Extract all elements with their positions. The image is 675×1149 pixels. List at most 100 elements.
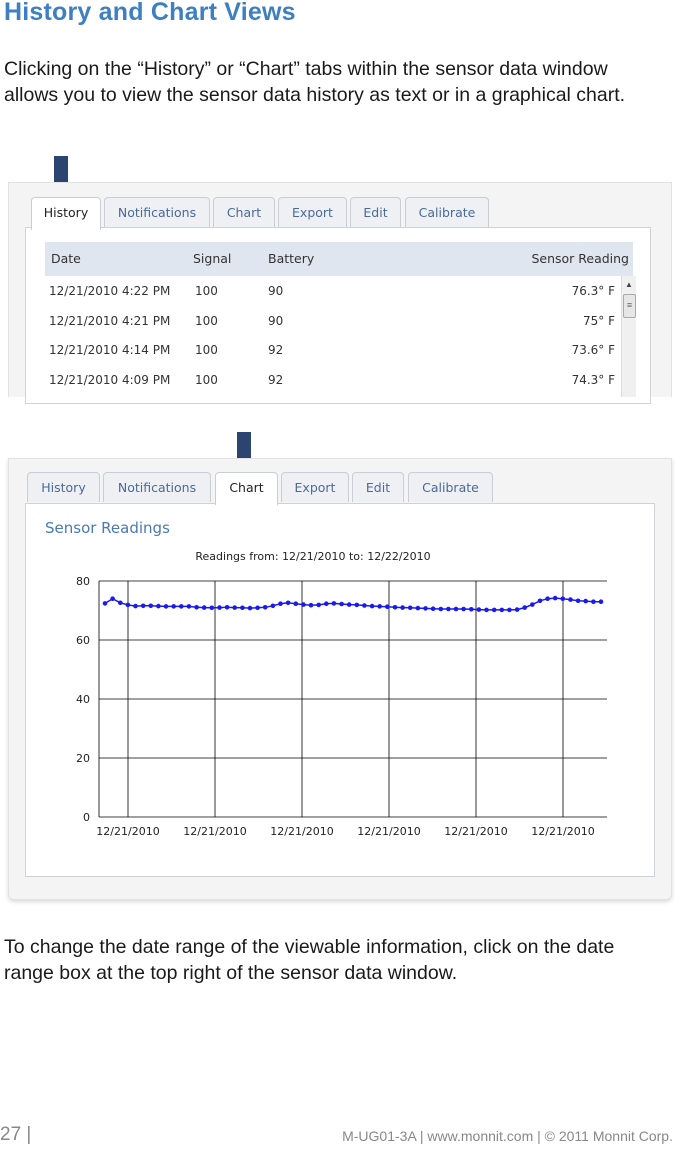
data-point — [270, 603, 276, 609]
x-tick-label: 12/21/2010 — [183, 825, 246, 838]
y-tick-label: 40 — [76, 693, 90, 706]
data-point — [484, 607, 489, 613]
cell-signal: 100 — [195, 314, 218, 328]
data-point — [186, 604, 192, 609]
cell-signal: 100 — [195, 343, 218, 357]
chart-panel: History Notifications Chart Export Edit … — [8, 458, 672, 900]
cell-battery: 90 — [268, 314, 284, 328]
data-point — [415, 605, 421, 611]
data-point — [514, 607, 520, 612]
tab-calibrate[interactable]: Calibrate — [405, 197, 489, 227]
page-footer: 27 | M-UG01-3A | www.monnit.com | © 2011… — [0, 1124, 675, 1146]
data-point — [522, 605, 527, 610]
tab-export[interactable]: Export — [278, 197, 347, 227]
data-point — [140, 603, 146, 609]
x-tick-label: 12/21/2010 — [531, 825, 594, 838]
x-tick-label: 12/21/2010 — [444, 825, 507, 838]
data-point — [255, 605, 260, 611]
data-point — [110, 596, 115, 601]
data-point — [598, 599, 604, 604]
table-header: Date Signal Battery Sensor Reading — [45, 242, 633, 276]
data-point — [400, 605, 405, 610]
cell-reading: 76.3° F — [571, 284, 615, 298]
data-point — [407, 605, 413, 611]
data-point — [324, 601, 329, 606]
data-point — [224, 605, 230, 610]
table-row: 12/21/2010 4:22 PM 100 90 76.3° F — [45, 277, 621, 306]
column-header-sensor-reading[interactable]: Sensor Reading — [531, 251, 629, 266]
x-tick-label: 12/21/2010 — [357, 825, 420, 838]
table-row: 12/21/2010 4:14 PM 100 92 73.6° F — [45, 336, 621, 365]
column-header-date[interactable]: Date — [51, 251, 81, 266]
data-point — [156, 603, 161, 609]
outro-paragraph: To change the date range of the viewable… — [4, 936, 615, 984]
cell-reading: 73.6° F — [571, 343, 615, 357]
data-point — [262, 605, 268, 610]
cell-battery: 92 — [268, 343, 284, 357]
table-row: 12/21/2010 4:09 PM 100 92 74.3° F — [45, 366, 621, 395]
tab-edit[interactable]: Edit — [350, 197, 401, 227]
data-point — [575, 598, 581, 604]
tab-history[interactable]: History — [31, 197, 101, 230]
data-point — [201, 605, 207, 610]
data-point — [446, 606, 451, 612]
data-point — [217, 605, 222, 610]
cell-signal: 100 — [195, 373, 218, 387]
tab-chart[interactable]: Chart — [213, 197, 275, 227]
data-point — [179, 604, 184, 609]
table-scrollbar[interactable]: ▲ ≡ — [621, 276, 636, 397]
data-point — [392, 605, 398, 610]
data-point — [560, 596, 566, 601]
chart-title: Readings from: 12/21/2010 to: 12/22/2010 — [195, 550, 430, 563]
scroll-up-icon[interactable]: ▲ — [622, 280, 636, 290]
y-tick-label: 0 — [83, 811, 90, 824]
cell-reading: 75° F — [583, 314, 615, 328]
data-point — [339, 601, 344, 607]
footer-meta: M-UG01-3A | www.monnit.com | © 2011 Monn… — [342, 1128, 673, 1144]
sensor-line-chart: Readings from: 12/21/2010 to: 12/22/2010… — [76, 550, 607, 838]
column-header-battery[interactable]: Battery — [268, 251, 314, 266]
data-point — [209, 605, 215, 611]
data-point — [331, 601, 337, 606]
page-title: History and Chart Views — [4, 0, 296, 26]
data-point — [583, 598, 588, 604]
data-point — [369, 603, 375, 609]
history-panel: History Notifications Chart Export Edit … — [8, 182, 672, 404]
y-tick-label: 20 — [76, 752, 90, 765]
table-row: 12/21/2010 4:21 PM 100 90 75° F — [45, 307, 621, 336]
cell-battery: 92 — [268, 373, 284, 387]
data-point — [346, 602, 352, 607]
cell-date: 12/21/2010 4:14 PM — [49, 343, 171, 357]
cell-signal: 100 — [195, 284, 218, 298]
data-point — [499, 607, 505, 613]
data-point — [316, 602, 322, 608]
data-point — [118, 600, 123, 606]
data-point — [476, 607, 482, 612]
data-point — [308, 602, 314, 608]
data-point — [133, 603, 138, 609]
data-point — [491, 607, 497, 613]
data-point — [102, 601, 108, 606]
x-tick-label: 12/21/2010 — [96, 825, 159, 838]
data-point — [385, 604, 390, 609]
column-header-signal[interactable]: Signal — [193, 251, 231, 266]
data-point — [552, 595, 558, 601]
data-point — [171, 604, 176, 609]
data-point — [469, 607, 474, 612]
data-point — [537, 598, 543, 604]
data-point — [240, 605, 245, 611]
data-point — [530, 602, 535, 607]
cell-date: 12/21/2010 4:22 PM — [49, 284, 171, 298]
data-point — [507, 607, 512, 613]
y-tick-label: 80 — [76, 575, 90, 588]
data-point — [232, 605, 237, 610]
tab-notifications[interactable]: Notifications — [104, 197, 210, 227]
data-point — [591, 599, 596, 604]
data-point — [194, 605, 199, 610]
data-point — [568, 597, 573, 602]
data-point — [453, 606, 459, 612]
data-point — [148, 603, 154, 609]
cell-reading: 74.3° F — [571, 373, 615, 387]
scroll-thumb[interactable]: ≡ — [623, 294, 636, 318]
data-point — [461, 606, 466, 612]
